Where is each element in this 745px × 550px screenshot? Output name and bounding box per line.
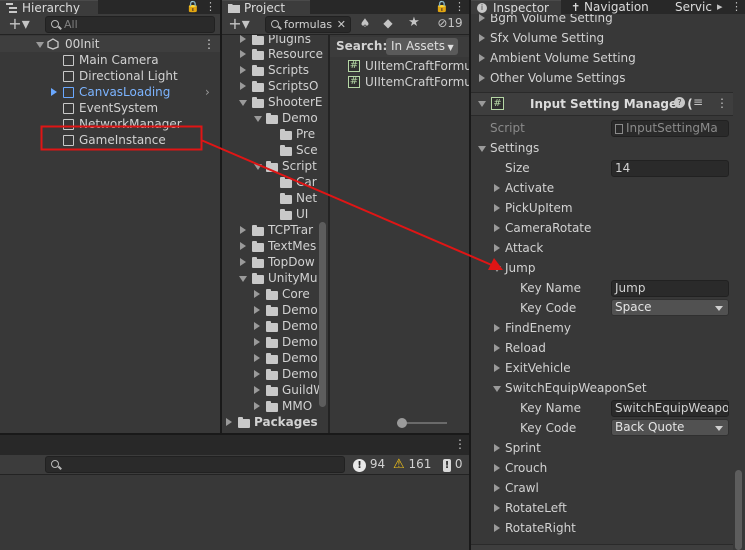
annotation-arrow-line bbox=[200, 139, 495, 267]
highlight-box bbox=[40, 125, 203, 151]
annotation-overlay bbox=[40, 125, 503, 270]
